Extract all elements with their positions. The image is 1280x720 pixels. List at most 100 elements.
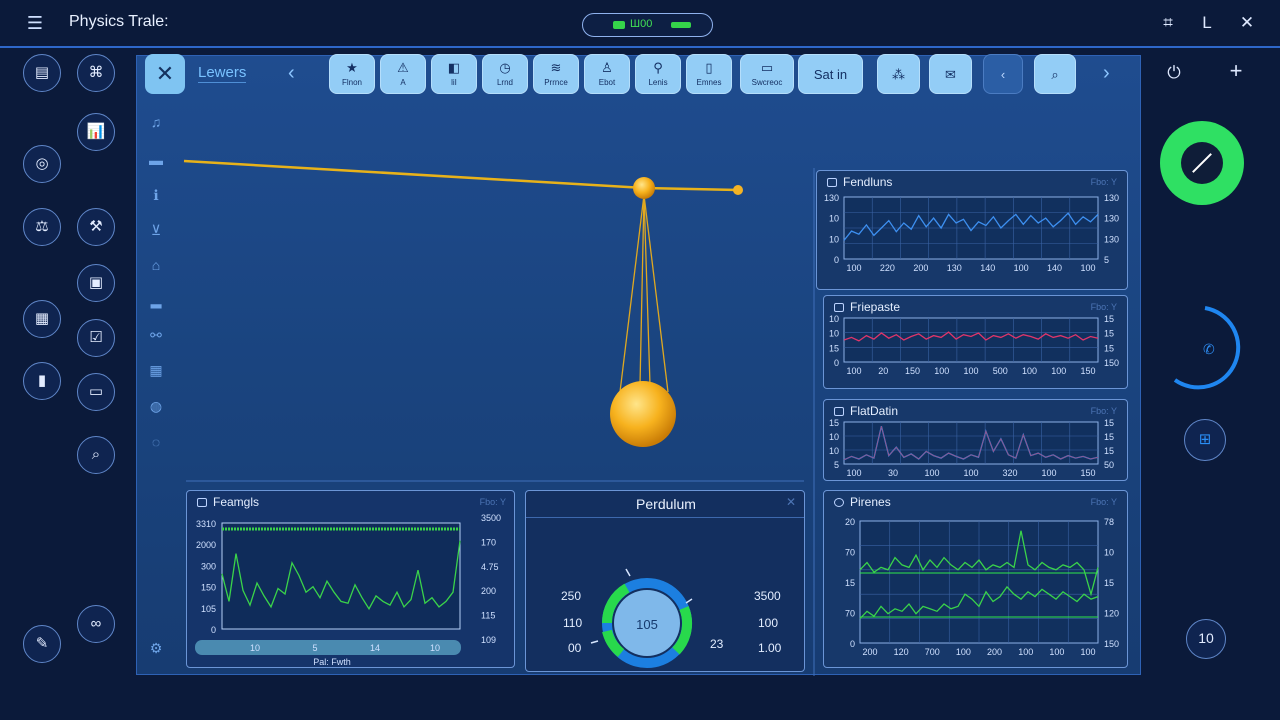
tool-button-2[interactable]: ◧ liI — [431, 54, 477, 94]
progress-ring[interactable]: ✆ — [1165, 300, 1255, 400]
y-tick-label: 115 — [481, 611, 495, 621]
chart-check-icon[interactable]: ☑ — [77, 319, 115, 357]
comment-icon[interactable]: ◌ — [146, 432, 166, 452]
counter-badge[interactable]: 10 — [1186, 619, 1226, 659]
pendulums-chart: 130101001301301305100 220 200 130 140 100 140 1… — [824, 193, 1119, 273]
signal-icon[interactable]: ▂ — [146, 290, 166, 310]
y-tick-label: 150 — [201, 583, 216, 593]
status-text: Ш00 — [630, 18, 653, 30]
x-tick-label: 30 — [888, 468, 898, 478]
tag-icon: ◧ — [447, 60, 461, 75]
tool-button-3[interactable]: ◷ Lrnd — [482, 54, 528, 94]
friepaste-panel: Friepaste Fbo: Y 10 10 15 0 15 15 15 150 100 20 15… — [823, 295, 1128, 389]
calculator-icon[interactable]: ▦ — [23, 300, 61, 338]
tool-button-0[interactable]: ★ Flnon — [329, 54, 375, 94]
x-tick-label: 500 — [993, 366, 1008, 376]
table-icon[interactable]: ▦ — [146, 360, 166, 380]
folder-icon[interactable]: ▬ — [146, 150, 166, 170]
x-tick-label: 150 — [1080, 366, 1095, 376]
set-in-button[interactable]: Sat in — [798, 54, 863, 94]
close-window-icon[interactable]: ✕ — [1236, 12, 1258, 34]
plug-icon — [613, 21, 625, 29]
pen-icon[interactable]: ✎ — [23, 625, 61, 663]
y-tick-label: 10 — [829, 214, 839, 224]
network-icon[interactable]: ⁂ — [877, 54, 920, 94]
timer-dial-button[interactable] — [1160, 121, 1244, 205]
battery-icon[interactable]: ▮ — [23, 362, 61, 400]
wrench-icon[interactable]: ⚒ — [77, 208, 115, 246]
tool-button-7[interactable]: ▯ Emnes — [686, 54, 732, 94]
basket-icon[interactable]: ⊻ — [146, 220, 166, 240]
gauge-left-value: 00 — [568, 641, 582, 655]
y-tick-label: 0 — [211, 625, 216, 635]
app-title: Physics Trale: — [69, 13, 169, 30]
windows-icon[interactable]: ⊞ — [1184, 419, 1226, 461]
gauge-left-value: 250 — [561, 589, 582, 603]
layers-icon[interactable]: ▤ — [23, 54, 61, 92]
status-bar-indicator — [671, 22, 691, 28]
slash-icon — [1181, 142, 1223, 184]
y-tick-label: 10 — [829, 314, 839, 324]
y-tick-label: 130 — [824, 193, 839, 203]
x-tick-label: 100 — [846, 366, 861, 376]
y-tick-label: 15 — [1104, 343, 1114, 353]
next-arrow-icon[interactable]: › — [1103, 62, 1110, 85]
grid-tool-icon[interactable]: ⌘ — [77, 54, 115, 92]
doc-icon: ▯ — [705, 60, 713, 75]
scale-icon[interactable]: ⚖ — [23, 208, 61, 246]
settings-icon[interactable]: ⚙ — [146, 638, 166, 658]
x-tick-label: 100 — [1051, 366, 1066, 376]
prev-page-icon[interactable]: ‹ — [983, 54, 1023, 94]
gauge-pointer — [590, 640, 599, 644]
y-tick-label: 3500 — [481, 513, 501, 523]
mail-icon[interactable]: ✉ — [929, 54, 972, 94]
status-pill: Ш00 — [582, 13, 713, 37]
y-tick-label: 5 — [1104, 255, 1109, 265]
y-tick-label: 10 — [829, 329, 839, 339]
share-icon[interactable]: ⚯ — [146, 325, 166, 345]
compass-icon[interactable]: ◍ — [146, 396, 166, 416]
phone-icon: ✆ — [1203, 342, 1215, 358]
tool-button-8[interactable]: ▭ Swcreoc — [740, 54, 794, 94]
power-icon[interactable]: ⏻ — [1163, 62, 1185, 84]
x-tick-label: 10 — [430, 643, 440, 653]
tool-button-1[interactable]: ⚠ A — [380, 54, 426, 94]
y-tick-label: 5 — [834, 460, 839, 470]
y-tick-label: 170 — [481, 537, 496, 547]
home-icon[interactable]: ⌂ — [146, 255, 166, 275]
globe-icon[interactable]: ◎ — [23, 145, 61, 183]
tool-button-4[interactable]: ≋ Prrnce — [533, 54, 579, 94]
info-icon[interactable]: ℹ — [146, 185, 166, 205]
search-icon[interactable]: ⌕ — [1034, 54, 1076, 94]
link-icon[interactable]: ∞ — [77, 605, 115, 643]
monitor-icon[interactable]: ▭ — [77, 373, 115, 411]
add-icon[interactable]: + — [1225, 60, 1247, 82]
y-tick-label: 0 — [850, 639, 855, 649]
y-tick-label: 50 — [1104, 460, 1114, 470]
x-tick-label: 700 — [925, 647, 940, 657]
timeline-slider[interactable] — [195, 640, 461, 655]
minimize-icon[interactable]: L — [1196, 12, 1218, 34]
y-tick-label: 15 — [845, 578, 855, 588]
prev-arrow-icon[interactable]: ‹ — [288, 62, 295, 85]
x-tick-label: 200 — [913, 263, 928, 273]
search-doc-icon[interactable]: ⌕ — [77, 436, 115, 474]
x-tick-label: 100 — [956, 647, 971, 657]
grid-settings-icon[interactable]: ⌗ — [1157, 12, 1179, 34]
hamburger-menu-icon[interactable]: ☰ — [24, 12, 46, 34]
pirenes-panel: Pirenes Fbo: Y 20 70 15 70 0 78 10 15 120 150 200 1… — [823, 490, 1128, 668]
tool-button-5[interactable]: ♙ Ebot — [584, 54, 630, 94]
card-icon[interactable]: ▣ — [77, 264, 115, 302]
music-icon[interactable]: ♫ — [146, 112, 166, 132]
tool-button-6[interactable]: ⚲ Lenis — [635, 54, 681, 94]
gauge-pointer — [685, 598, 693, 604]
x-tick-label: 140 — [1047, 263, 1062, 273]
y-tick-label: 15 — [1104, 432, 1114, 442]
gauge-right-value: 100 — [758, 616, 779, 630]
x-tick-label: 150 — [1080, 468, 1095, 478]
bar-chart-icon[interactable]: 📊 — [77, 113, 115, 151]
y-tick-label: 15 — [829, 418, 839, 428]
close-panel-button[interactable]: ✕ — [145, 54, 185, 94]
feamgls-chart: 33102000300150105035001704.7520011510910… — [195, 513, 501, 667]
y-tick-label: 300 — [201, 561, 216, 571]
